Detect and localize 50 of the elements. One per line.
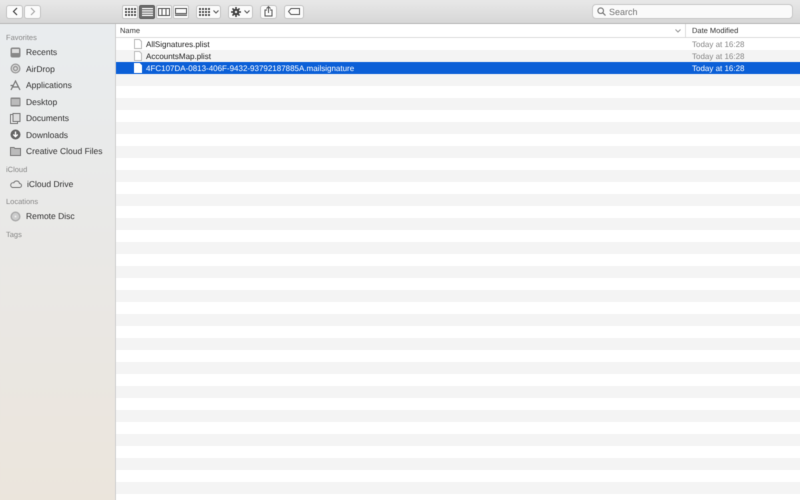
forward-icon xyxy=(30,7,36,16)
sidebar-item[interactable]: Downloads xyxy=(0,126,115,143)
date-cell-text: Today at 16:28 xyxy=(691,52,746,60)
action-button[interactable] xyxy=(228,4,253,18)
sidebar-item[interactable]: Desktop xyxy=(0,94,115,110)
gear-icon xyxy=(231,6,241,16)
list-icon xyxy=(142,8,152,16)
sidebar-item[interactable]: Remote Disc xyxy=(0,208,115,224)
share-icon xyxy=(264,6,273,17)
tag-button[interactable] xyxy=(284,4,304,18)
tag-icon xyxy=(288,8,300,15)
disc-icon xyxy=(10,210,21,222)
caret-icon xyxy=(212,10,218,14)
gallery-icon xyxy=(175,8,187,16)
sidebar-item[interactable]: Creative Cloud Files xyxy=(0,143,115,160)
file-row[interactable]: 4FC107DA-0813-406F-9432-93792187885A.mailsignature Today at 16:28 xyxy=(116,62,800,74)
grid-icon xyxy=(198,8,210,16)
back-icon xyxy=(12,7,18,16)
file-name: AllSignatures.plist xyxy=(146,40,210,48)
folder-icon xyxy=(10,146,21,156)
search-field[interactable]: Search xyxy=(592,4,793,19)
sidebar-item[interactable]: Recents xyxy=(0,44,115,60)
share-button[interactable] xyxy=(260,4,277,18)
file-name: 4FC107DA-0813-406F-9432-93792187885A.mailsignature xyxy=(146,64,354,72)
sort-caret-icon xyxy=(675,28,681,32)
sidebar-item[interactable]: iCloud Drive xyxy=(0,176,115,192)
applications-icon xyxy=(10,80,21,91)
group-by-button[interactable] xyxy=(196,4,221,18)
cloud-icon xyxy=(10,180,22,188)
documents-icon xyxy=(10,112,21,124)
clock-tray-icon xyxy=(10,46,21,58)
airdrop-icon xyxy=(10,63,21,74)
download-icon xyxy=(10,129,21,140)
caret-icon xyxy=(244,10,250,14)
view-mode-button[interactable] xyxy=(122,4,138,18)
grid-icon xyxy=(124,8,136,16)
file-row[interactable]: AccountsMap.plist Today at 16:28 xyxy=(116,50,800,62)
view-mode-button[interactable] xyxy=(156,4,172,18)
file-name: AccountsMap.plist xyxy=(146,52,211,60)
view-mode-button[interactable] xyxy=(139,4,155,18)
back-button[interactable] xyxy=(6,4,23,18)
sidebar-item[interactable]: Documents xyxy=(0,110,115,126)
view-mode-button[interactable] xyxy=(173,4,189,18)
sidebar-item[interactable]: AirDrop xyxy=(0,60,115,77)
date-cell-text: Today at 16:28 xyxy=(691,40,746,48)
search-icon xyxy=(597,7,606,16)
date-cell-text: Today at 16:28 xyxy=(691,64,746,72)
desktop-icon xyxy=(10,96,21,107)
sidebar-item[interactable]: Applications xyxy=(0,77,115,94)
columns-icon xyxy=(158,8,170,16)
